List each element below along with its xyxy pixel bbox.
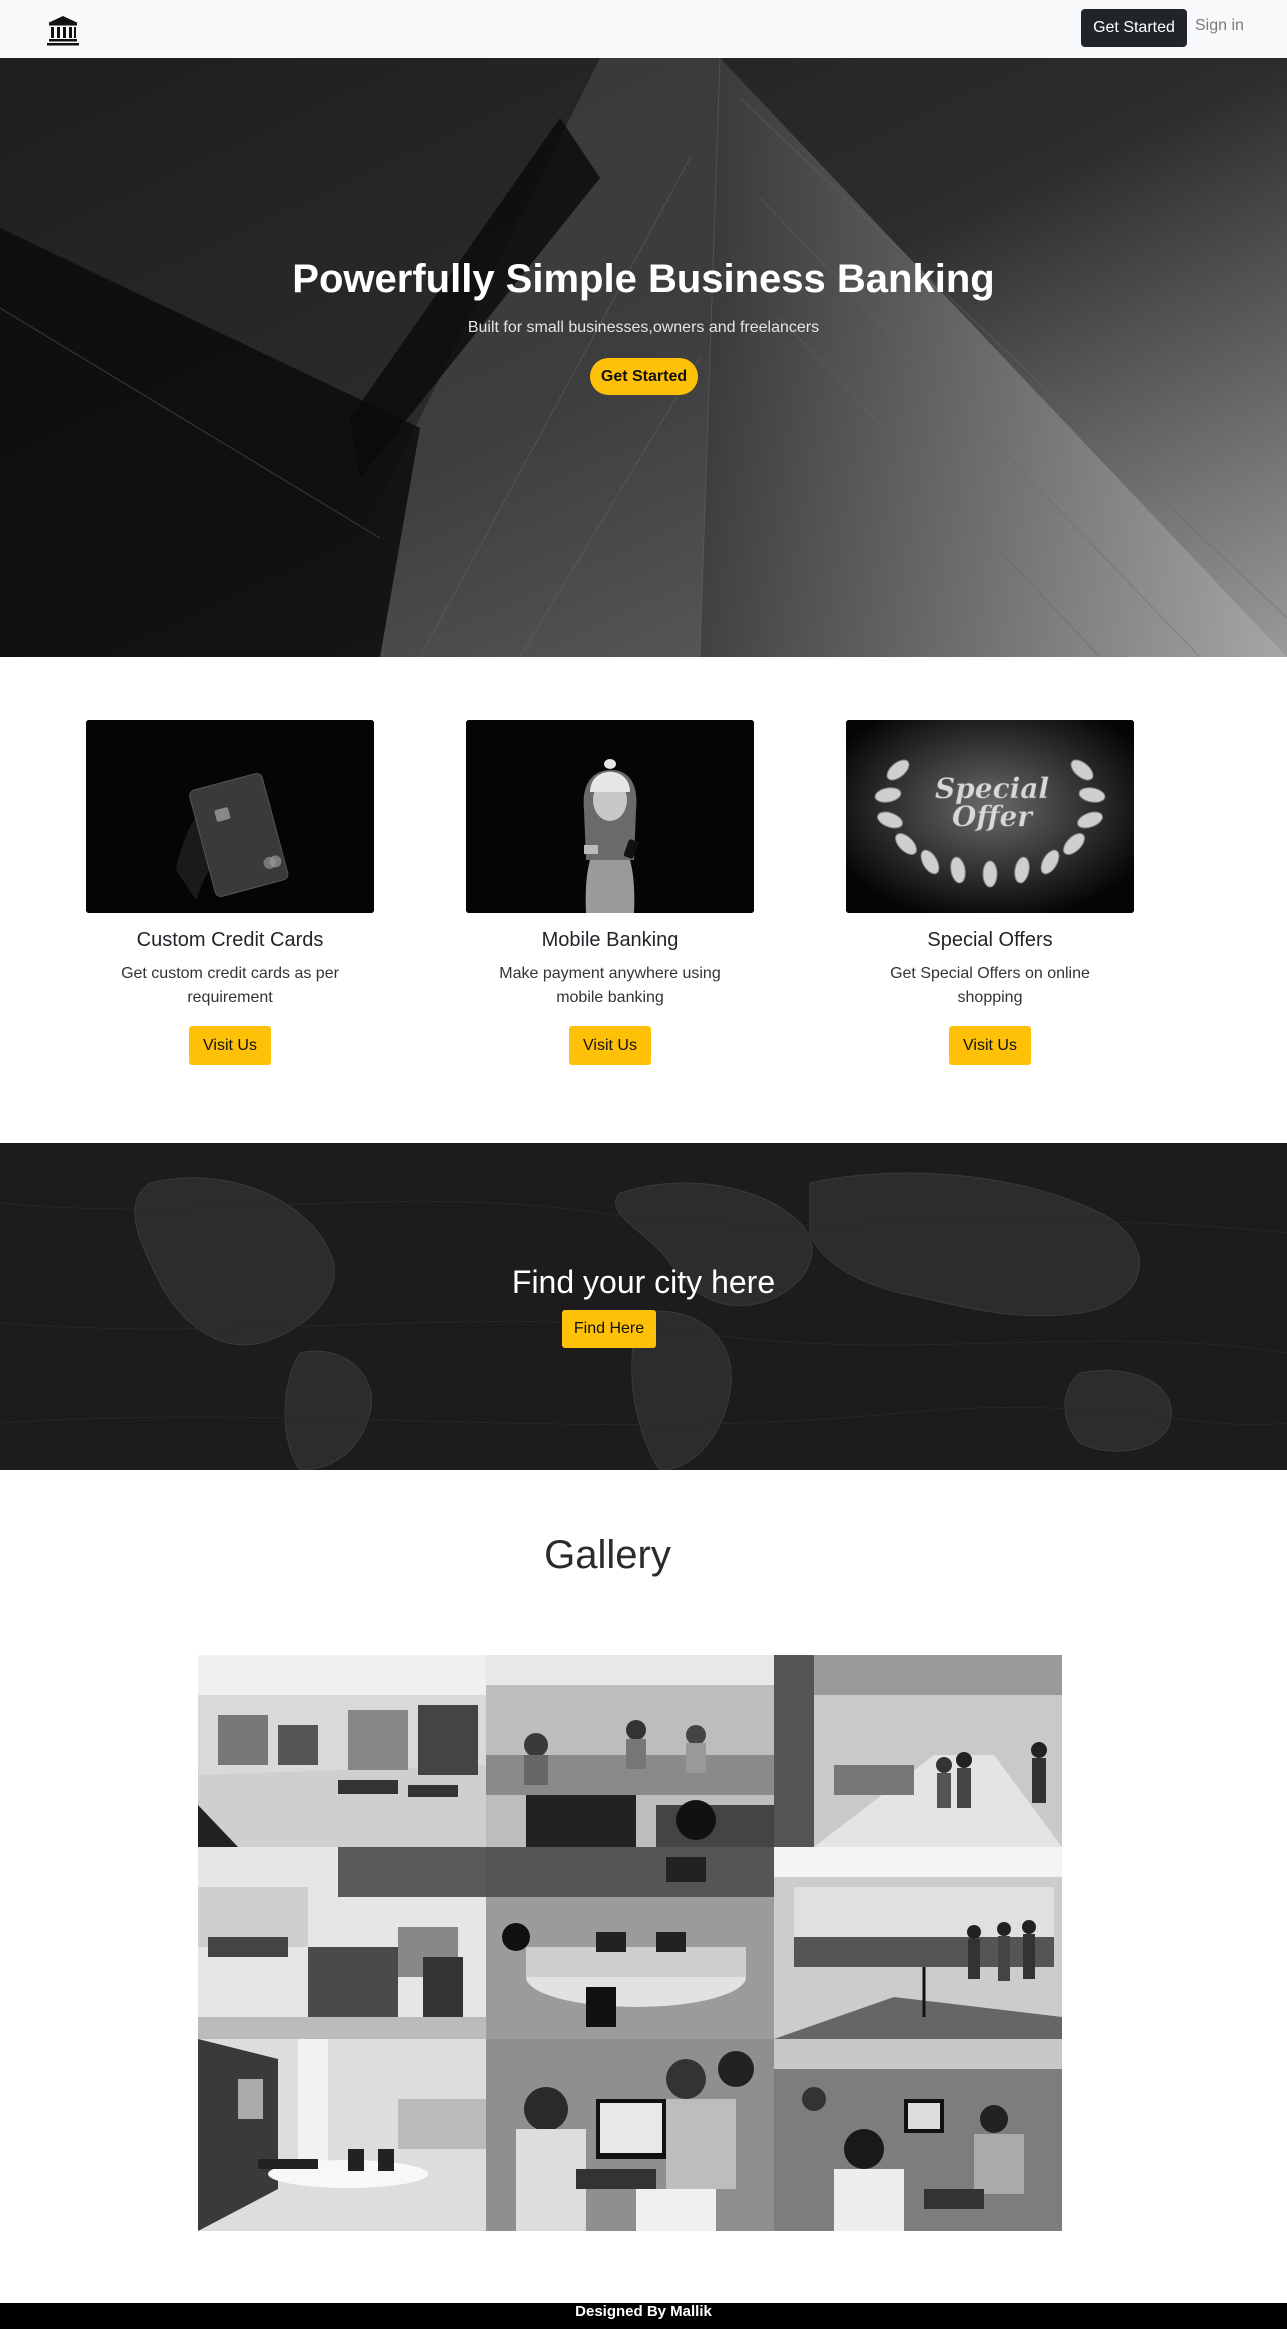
- sign-in-link[interactable]: Sign in: [1195, 17, 1244, 35]
- find-city-title: Find your city here: [511, 1264, 776, 1300]
- gallery-image[interactable]: [774, 2039, 1062, 2231]
- footer-credit: Designed By Mallik: [575, 2303, 712, 2320]
- find-city-section: Find your city here Find Here: [0, 1143, 1287, 1470]
- visit-us-button[interactable]: Visit Us: [569, 1026, 651, 1065]
- card-image: [86, 720, 374, 913]
- visit-us-button[interactable]: Visit Us: [189, 1026, 271, 1065]
- find-here-button[interactable]: Find Here: [562, 1310, 656, 1348]
- card-image: [466, 720, 754, 913]
- bank-icon[interactable]: [46, 14, 80, 46]
- card-title: Mobile Banking: [541, 929, 679, 951]
- special-offer-text-line2: Offer: [952, 800, 1034, 833]
- gallery-image[interactable]: [198, 2039, 486, 2231]
- card-mobile-banking: Mobile Banking Make payment anywhere usi…: [466, 720, 754, 1065]
- nav-get-started-button[interactable]: Get Started: [1081, 9, 1187, 47]
- card-text: Get custom credit cards as per requireme…: [121, 965, 339, 1006]
- footer: Designed By Mallik: [0, 2303, 1287, 2329]
- visit-us-button[interactable]: Visit Us: [949, 1026, 1031, 1065]
- world-map-background: [0, 1143, 1287, 1470]
- gallery-image[interactable]: [198, 1655, 486, 1847]
- gallery-image[interactable]: [486, 2039, 774, 2231]
- mobile-user-icon: [466, 720, 754, 913]
- card-title: Custom Credit Cards: [136, 929, 324, 951]
- card-image: Special Offer: [846, 720, 1134, 913]
- gallery-image[interactable]: [486, 1655, 774, 1847]
- gallery-image[interactable]: [774, 1847, 1062, 2039]
- gallery-image[interactable]: [486, 1847, 774, 2039]
- gallery-image[interactable]: [774, 1655, 1062, 1847]
- gallery-grid: [198, 1655, 1062, 2231]
- card-special-offers: Special Offer Special Offers Get Special…: [846, 720, 1134, 1065]
- gallery-image[interactable]: [198, 1847, 486, 2039]
- hero-get-started-button[interactable]: Get Started: [590, 358, 698, 395]
- card-title: Special Offers: [927, 929, 1053, 951]
- hero-title: Powerfully Simple Business Banking: [292, 257, 995, 301]
- card-text: Make payment anywhere using mobile banki…: [499, 965, 721, 1006]
- special-offer-wreath-icon: Special Offer: [846, 720, 1134, 913]
- gallery-title: Gallery: [544, 1533, 671, 1577]
- hero-subtitle: Built for small businesses,owners and fr…: [467, 319, 820, 336]
- credit-card-icon: [86, 720, 374, 913]
- hero-section: Powerfully Simple Business Banking Built…: [0, 58, 1287, 657]
- card-credit-cards: Custom Credit Cards Get custom credit ca…: [86, 720, 374, 1065]
- card-text: Get Special Offers on online shopping: [890, 965, 1090, 1006]
- navbar: Get Started Sign in: [0, 0, 1287, 58]
